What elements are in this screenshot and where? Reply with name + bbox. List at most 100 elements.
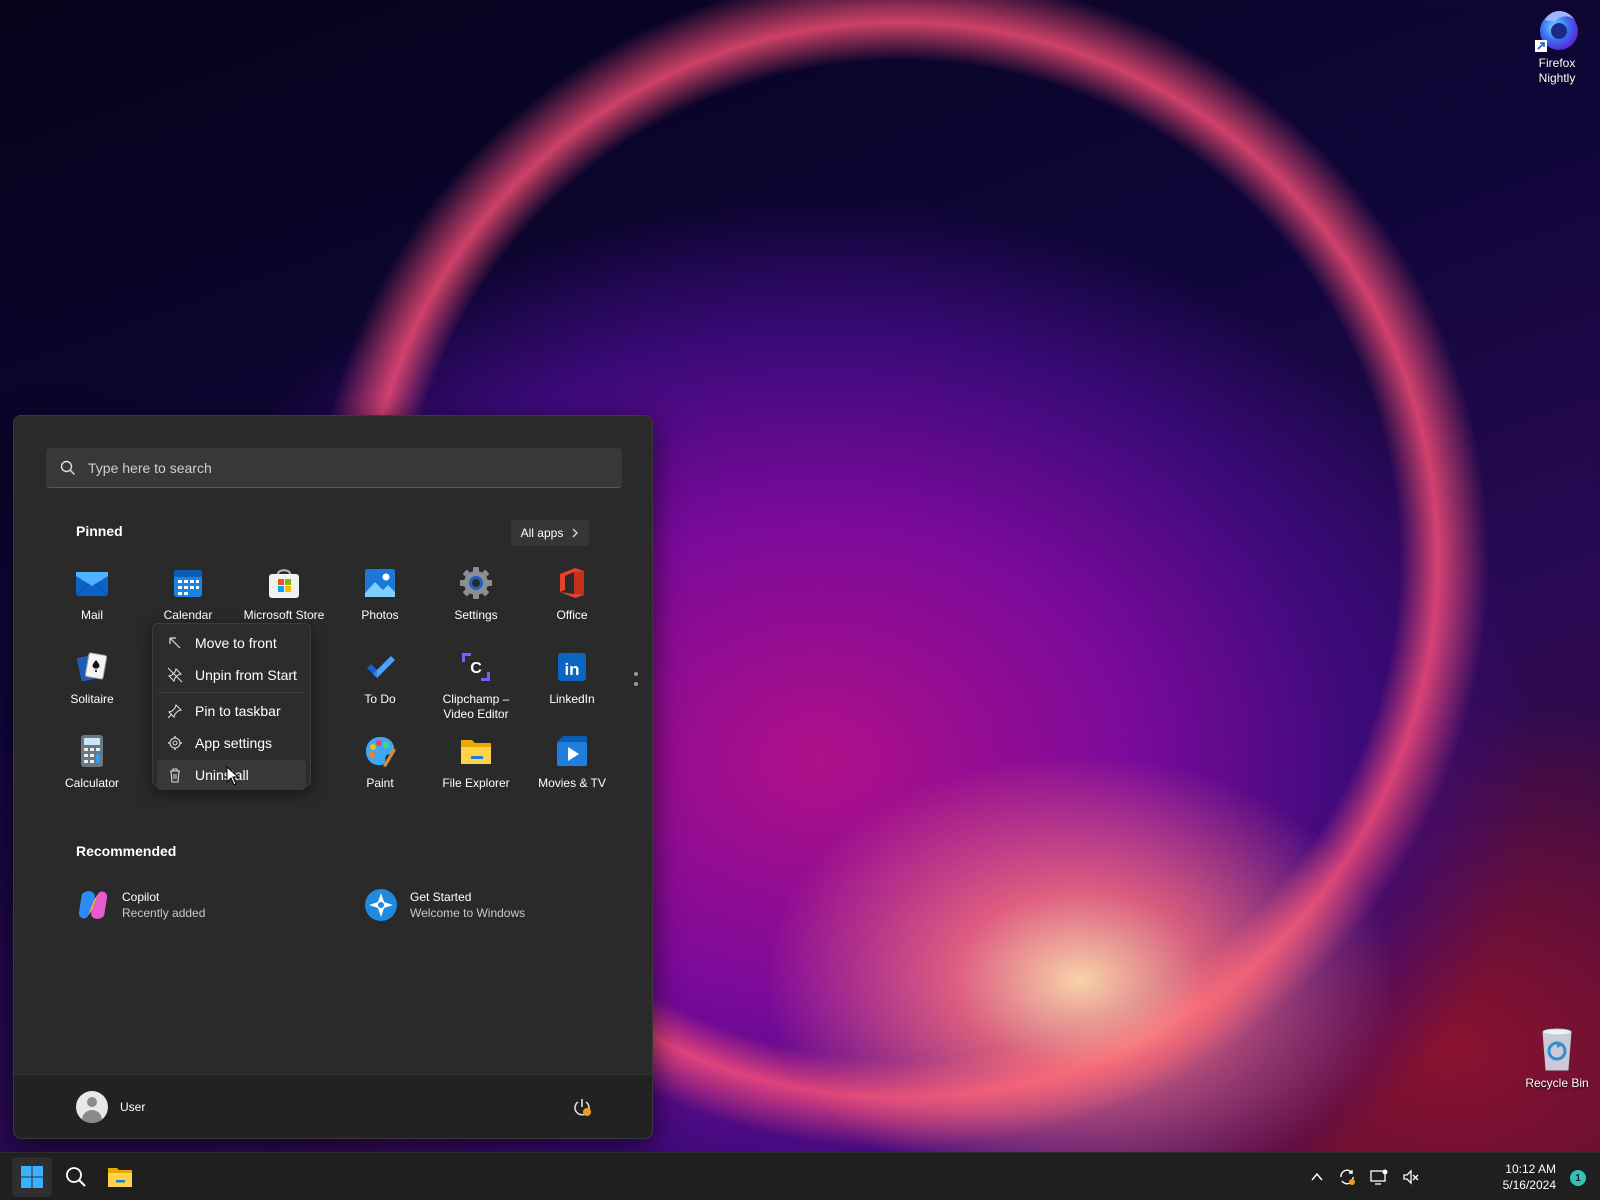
speaker-muted-icon[interactable] — [1402, 1168, 1420, 1186]
movies-tv-icon — [555, 734, 589, 768]
recommended-item-copilot[interactable]: Copilot Recently added — [76, 888, 205, 922]
avatar — [76, 1091, 108, 1123]
desktop-icon-label: Firefox — [1538, 56, 1576, 70]
app-label: Clipchamp – — [442, 692, 510, 706]
app-label: Office — [556, 608, 588, 622]
calculator-icon — [75, 734, 109, 768]
move-to-front-icon — [169, 637, 181, 649]
pinned-app-settings[interactable]: Settings — [428, 566, 524, 623]
photos-icon — [363, 566, 397, 600]
pinned-app-file-explorer[interactable]: File Explorer — [428, 734, 524, 791]
copilot-icon — [76, 888, 110, 922]
start-button[interactable] — [12, 1157, 52, 1197]
app-label: Paint — [366, 776, 394, 790]
todo-icon — [363, 650, 397, 684]
svg-text:C: C — [470, 660, 482, 677]
app-label: File Explorer — [442, 776, 510, 790]
pinned-app-mail[interactable]: Mail — [44, 566, 140, 623]
chevron-up-icon[interactable] — [1310, 1170, 1324, 1184]
recycle-bin-icon — [1533, 1026, 1581, 1074]
pinned-app-linkedin[interactable]: in LinkedIn — [524, 650, 620, 707]
file-explorer-icon — [108, 1168, 132, 1187]
chevron-right-icon — [572, 528, 579, 538]
mouse-cursor-icon — [226, 766, 240, 786]
context-item-label: Unpin from Start — [195, 667, 297, 683]
context-pin-to-taskbar[interactable]: Pin to taskbar — [157, 696, 306, 726]
app-label: Calendar — [163, 608, 213, 622]
desktop-icon-label: Recycle Bin — [1525, 1076, 1589, 1090]
clock-time: 10:12 AM — [1505, 1162, 1556, 1176]
svg-text:in: in — [564, 660, 579, 679]
taskbar: 10:12 AM 5/16/2024 1 — [0, 1152, 1600, 1200]
pinned-app-photos[interactable]: Photos — [332, 566, 428, 623]
context-unpin-from-start[interactable]: Unpin from Start — [157, 660, 306, 690]
context-item-label: App settings — [195, 735, 273, 751]
power-button[interactable] — [572, 1097, 592, 1117]
taskbar-clock[interactable]: 10:12 AM 5/16/2024 — [1503, 1161, 1556, 1193]
recommended-subtitle: Welcome to Windows — [410, 906, 526, 920]
search-input[interactable] — [88, 459, 622, 476]
firefox-nightly-icon — [1533, 6, 1581, 54]
pinned-section-title: Pinned — [76, 523, 123, 539]
windows-logo-icon — [21, 1166, 43, 1188]
pinned-app-calculator[interactable]: Calculator — [44, 734, 140, 791]
settings-icon — [459, 566, 493, 600]
linkedin-icon: in — [555, 650, 589, 684]
recommended-section-title: Recommended — [76, 843, 177, 859]
context-separator — [159, 692, 304, 693]
user-name: User — [120, 1100, 146, 1114]
paint-icon — [363, 734, 397, 768]
recommended-title: Get Started — [410, 890, 472, 904]
pinned-app-paint[interactable]: Paint — [332, 734, 428, 791]
app-label: LinkedIn — [549, 692, 595, 706]
app-label: Settings — [454, 608, 498, 622]
context-item-label: Move to front — [195, 635, 277, 651]
taskbar-search-button[interactable] — [56, 1157, 96, 1197]
display-icon[interactable] — [1370, 1168, 1388, 1186]
pinned-app-solitaire[interactable]: Solitaire — [44, 650, 140, 707]
app-label: Movies & TV — [538, 776, 606, 790]
pinned-app-office[interactable]: Office — [524, 566, 620, 623]
all-apps-label: All apps — [520, 526, 564, 540]
desktop-icon-firefox-nightly[interactable]: Firefox Nightly — [1521, 6, 1593, 86]
app-label: Mail — [80, 608, 103, 622]
pinned-app-todo[interactable]: To Do — [332, 650, 428, 707]
pinned-app-calendar[interactable]: Calendar — [140, 566, 236, 623]
solitaire-icon — [75, 650, 109, 684]
gear-icon — [168, 736, 182, 750]
pinned-page-indicator[interactable] — [634, 672, 638, 692]
pinned-app-movies-tv[interactable]: Movies & TV — [524, 734, 620, 791]
power-icon — [574, 1099, 591, 1116]
notification-badge[interactable]: 1 — [1570, 1170, 1586, 1186]
get-started-icon — [364, 888, 398, 922]
context-app-settings[interactable]: App settings — [157, 728, 306, 758]
taskbar-file-explorer[interactable] — [100, 1157, 140, 1197]
search-icon — [66, 1167, 86, 1187]
start-search-box[interactable] — [46, 448, 622, 488]
context-item-label: Uninstall — [195, 767, 249, 783]
context-item-label: Pin to taskbar — [195, 703, 281, 719]
sync-icon[interactable] — [1338, 1168, 1356, 1186]
mail-icon — [75, 566, 109, 600]
office-icon — [555, 566, 589, 600]
trash-icon — [170, 768, 180, 783]
clock-date: 5/16/2024 — [1502, 1178, 1556, 1192]
start-menu-footer: User — [14, 1074, 652, 1138]
user-account-button[interactable]: User — [76, 1091, 145, 1123]
app-label: Microsoft Store — [243, 608, 325, 622]
pinned-app-microsoft-store[interactable]: Microsoft Store — [236, 566, 332, 623]
desktop-icon-label: Nightly — [1538, 71, 1576, 85]
pinned-app-clipchamp[interactable]: C Clipchamp – Video Editor — [428, 650, 524, 722]
recommended-subtitle: Recently added — [122, 906, 206, 920]
file-explorer-icon — [459, 734, 493, 768]
app-label: Photos — [361, 608, 399, 622]
app-label: Video Editor — [443, 707, 509, 721]
unpin-icon — [167, 667, 183, 683]
context-move-to-front[interactable]: Move to front — [157, 628, 306, 658]
start-menu: Pinned All apps Mail Calendar Microsoft … — [13, 415, 653, 1139]
desktop-icon-recycle-bin[interactable]: Recycle Bin — [1521, 1026, 1593, 1091]
app-label: To Do — [364, 692, 396, 706]
all-apps-button[interactable]: All apps — [511, 520, 589, 546]
search-icon — [60, 460, 75, 475]
recommended-item-get-started[interactable]: Get Started Welcome to Windows — [364, 888, 525, 922]
